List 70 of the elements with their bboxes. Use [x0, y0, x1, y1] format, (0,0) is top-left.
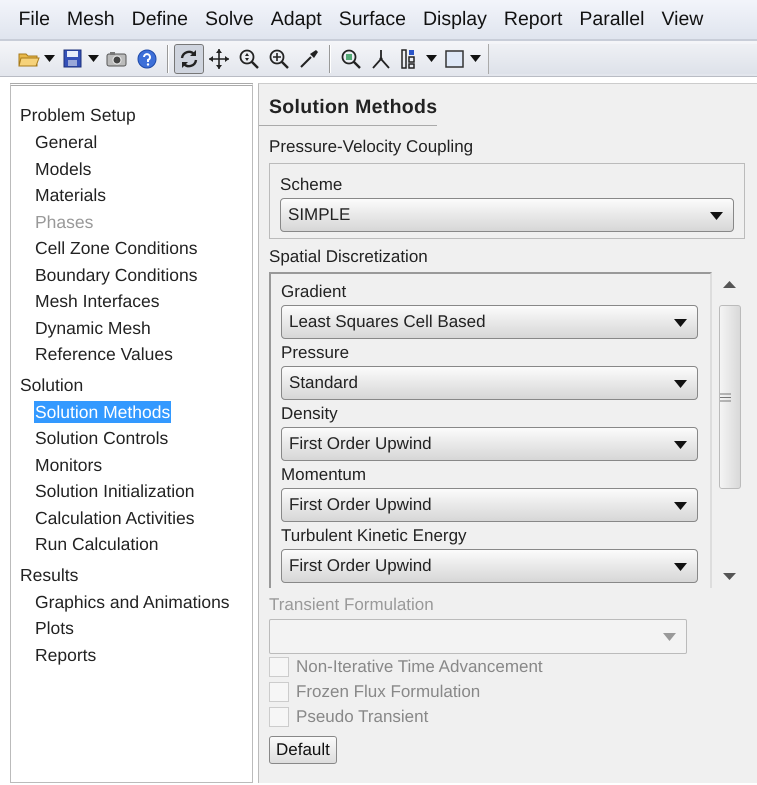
tree-item[interactable]: Reference Values	[34, 341, 174, 368]
tree-section[interactable]: Problem Setup	[20, 102, 252, 129]
tree-item[interactable]: General	[34, 129, 98, 156]
field-label: Transient Formulation	[269, 594, 434, 616]
tree-item[interactable]: Plots	[34, 615, 75, 642]
caret-icon	[674, 502, 687, 510]
dropdown[interactable]: First Order Upwind	[281, 427, 698, 461]
caret-icon	[88, 55, 99, 62]
tree-section[interactable]: Solution	[20, 372, 252, 398]
menu-item[interactable]: Report	[495, 8, 571, 31]
zoom-in-icon	[267, 46, 291, 70]
scroll-up-icon[interactable]	[723, 281, 736, 288]
scroll-down-icon[interactable]	[723, 573, 736, 580]
field-label: Pressure	[281, 342, 350, 364]
zoom-icon	[339, 46, 363, 70]
field-label: Gradient	[281, 281, 346, 303]
caret-icon	[44, 55, 55, 62]
caret-icon	[674, 319, 687, 327]
scroll-thumb[interactable]	[719, 305, 741, 489]
tree-item[interactable]: Models	[34, 156, 92, 182]
checkbox-label: Frozen Flux Formulation	[296, 681, 480, 703]
tree-item[interactable]: Mesh Interfaces	[34, 288, 160, 314]
caret-icon	[674, 380, 687, 388]
zoom-icon	[237, 46, 261, 70]
menu-item[interactable]: Surface	[330, 8, 414, 31]
menu-item[interactable]: Display	[414, 8, 496, 31]
dropdown[interactable]: SIMPLE	[280, 198, 734, 232]
tree-item[interactable]: Dynamic Mesh	[34, 314, 152, 341]
menu-item[interactable]: View	[652, 8, 712, 31]
group-heading: Pressure-Velocity Coupling	[269, 136, 474, 158]
tree-item[interactable]: Run Calculation	[34, 531, 160, 558]
group-heading: Spatial Discretization	[269, 246, 428, 268]
checkbox-label: Non-Iterative Time Advancement	[296, 656, 543, 678]
tree-section[interactable]: Results	[20, 562, 252, 588]
menu-item[interactable]: Mesh	[58, 8, 124, 31]
checkbox-label: Pseudo Transient	[296, 706, 428, 728]
toolbar-button[interactable]	[174, 44, 204, 74]
caret-icon	[663, 633, 676, 641]
menu-item[interactable]: Parallel	[570, 8, 653, 31]
dropdown[interactable]: First Order Upwind	[281, 488, 698, 522]
caret-icon	[470, 55, 481, 62]
tree-item[interactable]: Monitors	[34, 452, 104, 478]
menu-item[interactable]: Adapt	[262, 8, 330, 31]
move-icon	[207, 46, 231, 70]
field-label: Scheme	[280, 174, 342, 196]
tree-item[interactable]: Boundary Conditions	[34, 262, 198, 288]
tree-item[interactable]: Reports	[34, 642, 98, 668]
caret-icon	[674, 563, 687, 571]
dropdown[interactable]: First Order Upwind	[281, 549, 698, 583]
field-label: Density	[281, 403, 338, 425]
menu-item[interactable]: File	[10, 8, 58, 31]
menu-item[interactable]: Define	[123, 8, 196, 31]
dropdown[interactable]: Least Squares Cell Based	[281, 305, 698, 339]
help-icon	[135, 46, 159, 70]
menu-item[interactable]: Solve	[196, 8, 262, 31]
caret-icon	[426, 55, 437, 62]
field-label: Turbulent Kinetic Energy	[281, 525, 467, 547]
tree-item[interactable]: Solution Controls	[34, 425, 170, 452]
grip-icon	[720, 392, 731, 402]
tree-item[interactable]: Materials	[34, 182, 107, 208]
tree-item[interactable]: Cell Zone Conditions	[34, 235, 198, 262]
field-label: Momentum	[281, 464, 366, 486]
tree-item[interactable]: Graphics and Animations	[34, 588, 231, 615]
caret-icon	[674, 441, 687, 449]
caret-icon	[710, 212, 723, 220]
default-button[interactable]: Default	[269, 736, 337, 764]
panel-title: Solution Methods	[259, 96, 438, 126]
dropdown[interactable]: Standard	[281, 366, 698, 400]
tree-item[interactable]: Calculation Activities	[34, 504, 196, 531]
tree-item[interactable]: Solution Initialization	[34, 478, 196, 504]
